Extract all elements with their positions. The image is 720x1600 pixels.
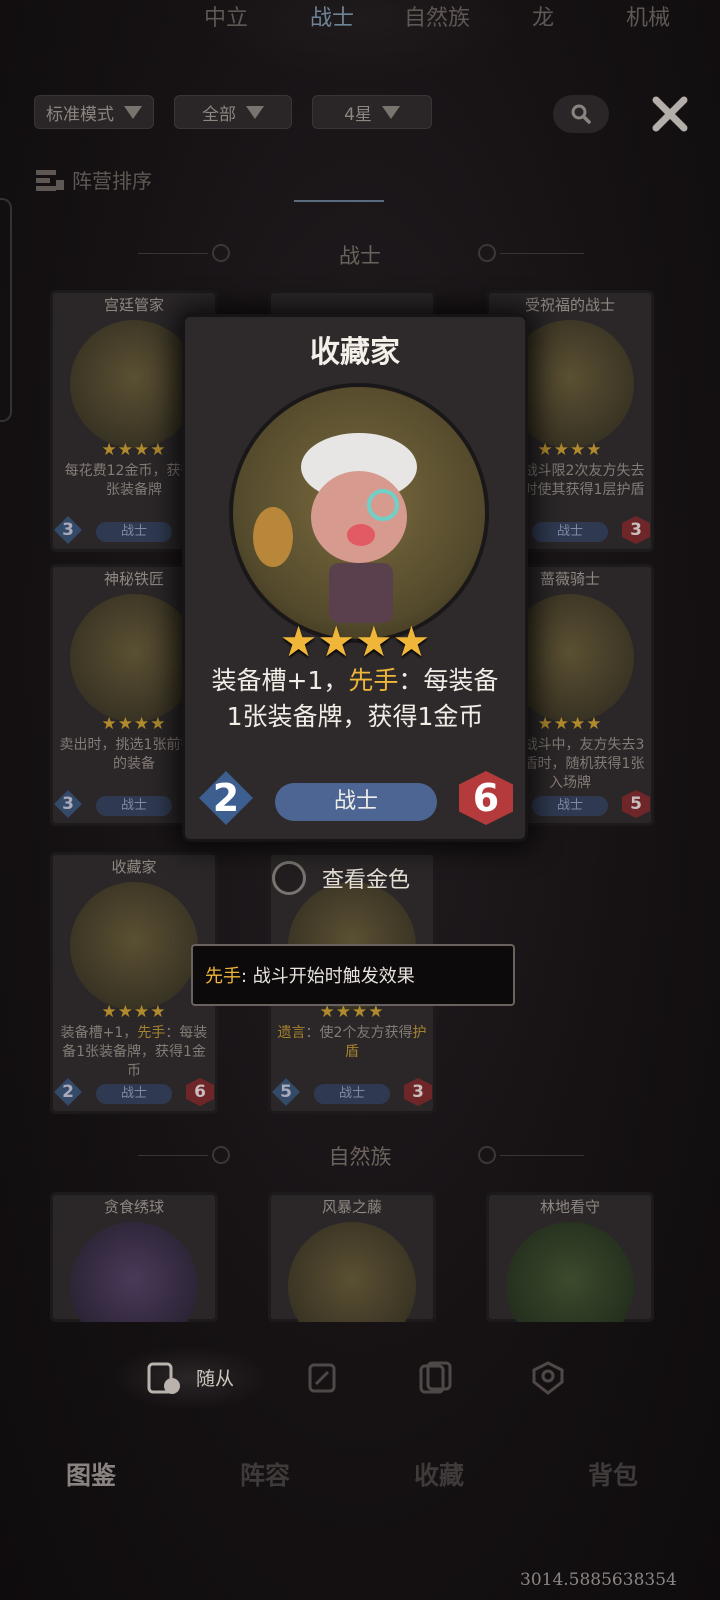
- card-icon: [308, 1363, 336, 1393]
- tooltip-text: : 战斗开始时触发效果: [241, 966, 415, 987]
- tab-mech[interactable]: 机械: [626, 0, 670, 32]
- faction-sort-label: 阵营排序: [72, 169, 152, 193]
- card-tribe: 战士: [532, 796, 608, 816]
- card-cost: 3: [54, 516, 82, 544]
- tab-neutral[interactable]: 中立: [204, 0, 248, 32]
- stars-filter-label: 4星: [344, 104, 372, 125]
- keyword-first-strike[interactable]: 先手: [348, 666, 398, 695]
- card-name: 宫廷管家: [103, 296, 164, 314]
- side-edge-tab: [0, 198, 12, 422]
- nav-collection[interactable]: 图鉴: [66, 1456, 116, 1492]
- card-cost: 2: [54, 1078, 82, 1106]
- desc-text: 装备槽+1，: [60, 1025, 138, 1041]
- tab-dragon[interactable]: 龙: [532, 0, 554, 32]
- tab-warrior[interactable]: 战士: [310, 0, 354, 32]
- swirl-ornament-icon: [478, 244, 496, 262]
- card-description: 装备槽+1，先手：每装备1张装备牌，获得1金币: [58, 1024, 210, 1081]
- close-icon: [652, 96, 688, 132]
- keyword-first-strike: 先手: [137, 1025, 166, 1041]
- featured-card-name: 收藏家: [310, 335, 400, 370]
- view-gold-toggle[interactable]: 查看金色: [272, 856, 468, 900]
- keyword-deathrattle: 遗言: [277, 1025, 306, 1041]
- nav-favorites[interactable]: 收藏: [414, 1456, 464, 1492]
- subtab-equipment[interactable]: [418, 1360, 454, 1396]
- card-tribe: 战士: [532, 522, 608, 542]
- close-button[interactable]: [648, 92, 692, 136]
- card-tribe: 战士: [96, 1084, 172, 1104]
- card-portrait: [288, 1222, 416, 1322]
- subtab-minions-label[interactable]: 随从: [196, 1364, 234, 1391]
- featured-card-portrait: [229, 383, 489, 643]
- card-nature-2[interactable]: 风暴之藤: [268, 1192, 436, 1322]
- card-portrait: [506, 1222, 634, 1322]
- faction-sort-button[interactable]: 阵营排序: [36, 165, 152, 194]
- card-tribe: 战士: [314, 1084, 390, 1104]
- scope-filter-label: 全部: [202, 104, 236, 125]
- card-nature-1[interactable]: 贪食绣球: [50, 1192, 218, 1322]
- featured-card-stars: ★★★★: [279, 617, 431, 666]
- tooltip-keyword: 先手: [205, 966, 241, 987]
- collector-portrait-icon: [253, 433, 417, 623]
- card-name: 贪食绣球: [103, 1198, 164, 1216]
- cards-icon: [419, 1361, 452, 1394]
- view-gold-label: 查看金色: [322, 868, 411, 893]
- card-attack: 5: [622, 790, 650, 818]
- tab-nature[interactable]: 自然族: [404, 0, 470, 32]
- subtab-cards[interactable]: [306, 1360, 342, 1396]
- section-divider: [500, 1155, 584, 1156]
- desc-text: ：使2个友方获得: [305, 1025, 413, 1041]
- mode-filter-label: 标准模式: [46, 104, 114, 125]
- section-title-warrior: 战士: [339, 244, 381, 268]
- card-portrait: [70, 594, 198, 722]
- subtab-active-glow: [115, 1348, 265, 1408]
- card-tribe: 战士: [96, 522, 172, 542]
- card-portrait: [70, 1222, 198, 1322]
- card-name: 收藏家: [111, 858, 157, 876]
- nav-lineup[interactable]: 阵容: [240, 1456, 290, 1492]
- sort-icon: [36, 169, 64, 191]
- chevron-down-icon: [381, 105, 400, 119]
- chevron-down-icon: [246, 105, 264, 119]
- collection-screen: 标准模式 全部 4星 阵营排序 中立 战士 自然族 龙 机械 战士 宫廷管家 ★…: [0, 0, 720, 1600]
- scope-filter-dropdown[interactable]: 全部: [174, 95, 292, 129]
- stars-filter-dropdown[interactable]: 4星: [312, 95, 432, 129]
- card-attack: 3: [404, 1078, 432, 1106]
- card-name: 受祝福的战士: [524, 296, 615, 314]
- featured-card-attack: 6: [459, 771, 513, 825]
- active-tab-indicator: [294, 200, 384, 202]
- card-portrait: [70, 320, 198, 448]
- minion-icon: [147, 1362, 180, 1394]
- section-title-nature: 自然族: [328, 1145, 392, 1169]
- featured-card-description: 装备槽+1，先手：每装备1张装备牌，获得1金币: [207, 663, 503, 735]
- card-description: 遗言：使2个友方获得护盾: [276, 1024, 428, 1062]
- search-icon: [571, 104, 591, 124]
- featured-card-cost: 2: [199, 771, 253, 825]
- mode-filter-dropdown[interactable]: 标准模式: [34, 95, 154, 129]
- card-attack: 6: [186, 1078, 214, 1106]
- view-gold-radio[interactable]: [272, 861, 306, 895]
- desc-prefix: 装备槽+1，: [211, 666, 349, 695]
- swirl-ornament-icon: [478, 1146, 496, 1164]
- hero-icon: [532, 1361, 564, 1395]
- card-cost: 3: [54, 790, 82, 818]
- card-name: 林地看守: [539, 1198, 600, 1216]
- card-cost: 5: [272, 1078, 300, 1106]
- card-attack: 3: [622, 516, 650, 544]
- card-nature-3[interactable]: 林地看守: [486, 1192, 654, 1322]
- card-tribe: 战士: [96, 796, 172, 816]
- subtab-minions[interactable]: [146, 1360, 182, 1396]
- version-text: 3014.5885638354: [520, 1570, 677, 1590]
- nav-backpack[interactable]: 背包: [588, 1456, 638, 1492]
- featured-card-tribe: 战士: [275, 783, 437, 821]
- chevron-down-icon: [124, 105, 142, 119]
- keyword-tooltip: 先手: 战斗开始时触发效果: [191, 944, 515, 1006]
- card-name: 风暴之藤: [321, 1198, 382, 1216]
- section-divider: [500, 253, 584, 254]
- subtab-heroes[interactable]: [530, 1360, 566, 1396]
- card-portrait: [70, 882, 198, 1010]
- search-button[interactable]: [553, 95, 609, 133]
- featured-card: 收藏家 ★★★★ 装备槽+1，先手：每装备1张装备牌，获得1金币 2 战士 6: [182, 314, 528, 842]
